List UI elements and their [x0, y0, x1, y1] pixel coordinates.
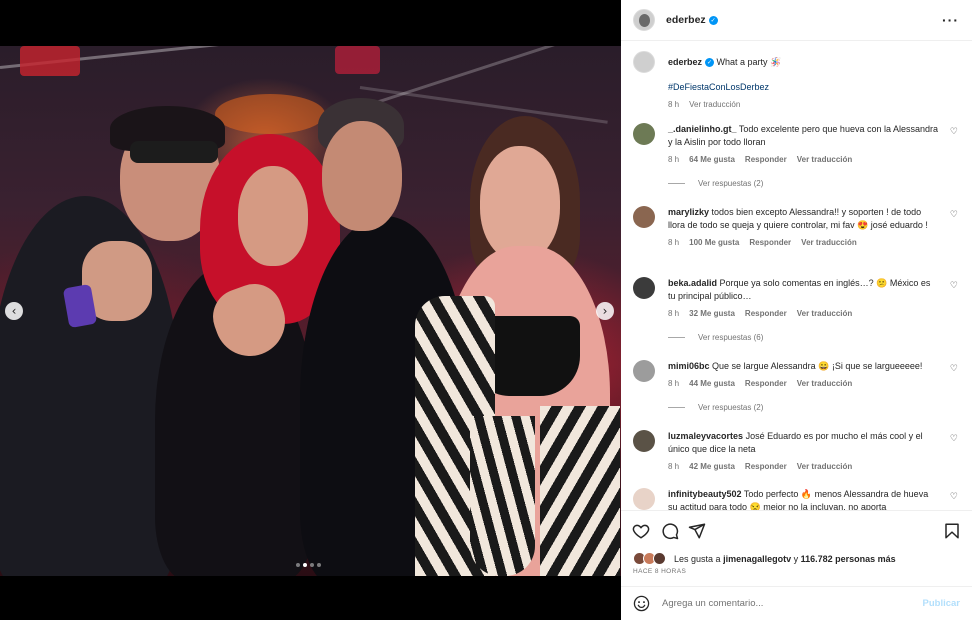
carousel-dot-active: [303, 563, 307, 567]
likes-summary: Les gusta a jimenagallegotv y 116.782 pe…: [633, 552, 896, 565]
avatar[interactable]: [633, 206, 655, 228]
comment-like-heart-icon[interactable]: ♡: [950, 434, 958, 444]
comment-like-heart-icon[interactable]: ♡: [950, 281, 958, 291]
see-translation-link[interactable]: Ver traducción: [689, 98, 740, 111]
comment-likes[interactable]: 42 Me gusta: [689, 460, 735, 473]
reply-button[interactable]: Responder: [745, 153, 787, 166]
floral-decoration: [215, 94, 325, 134]
see-translation-link[interactable]: Ver traducción: [797, 307, 853, 320]
caption-hashtag[interactable]: #DeFiestaConLosDerbez: [668, 81, 938, 94]
person-right-head: [480, 146, 560, 261]
comment-text: Que se largue Alessandra 😀 ¡Si que se la…: [712, 361, 923, 371]
see-translation-link[interactable]: Ver traducción: [797, 153, 853, 166]
caption-time[interactable]: 8 h: [668, 98, 679, 111]
comment-username[interactable]: _.danielinho.gt_: [668, 124, 737, 134]
verified-badge-icon: ✓: [705, 58, 715, 67]
emoji-icon[interactable]: [633, 595, 650, 612]
caption-username[interactable]: ederbez: [668, 57, 702, 67]
see-translation-link[interactable]: Ver traducción: [797, 460, 853, 473]
avatar[interactable]: [633, 360, 655, 382]
avatar[interactable]: [633, 51, 655, 73]
media-area: ‹ ›: [0, 0, 621, 620]
comments-list[interactable]: ederbez ✓ What a party 🪅 #DeFiestaConLosD…: [621, 42, 972, 510]
comment-like-heart-icon[interactable]: ♡: [950, 492, 958, 502]
reply-button[interactable]: Responder: [745, 377, 787, 390]
background-sign: [20, 46, 80, 76]
sunglasses: [130, 141, 218, 163]
action-bar: [621, 510, 972, 551]
comment-icon[interactable]: [661, 522, 679, 540]
comment-time[interactable]: 8 h: [668, 377, 679, 390]
likes-connector: y: [793, 553, 799, 564]
person-redhair-head: [238, 166, 308, 266]
verified-badge-icon: ✓: [708, 15, 718, 25]
comment-like-heart-icon[interactable]: ♡: [950, 210, 958, 220]
author-username[interactable]: ederbez: [666, 14, 706, 26]
carousel-dot: [310, 563, 314, 567]
avatar[interactable]: [633, 430, 655, 452]
comment-time[interactable]: 8 h: [668, 153, 679, 166]
comment-like-heart-icon[interactable]: ♡: [950, 127, 958, 137]
view-replies-button[interactable]: Ver respuestas (6): [668, 333, 763, 342]
publish-button[interactable]: Publicar: [923, 598, 961, 609]
likes-count-link[interactable]: 116.782 personas más: [801, 554, 896, 564]
chevron-right-icon[interactable]: ›: [596, 302, 614, 320]
see-translation-link[interactable]: Ver traducción: [801, 236, 857, 249]
carousel-dot: [296, 563, 300, 567]
person-center-head: [322, 121, 402, 231]
comment-username[interactable]: luzmaleyvacortes: [668, 431, 743, 441]
reply-button[interactable]: Responder: [745, 460, 787, 473]
comment-time[interactable]: 8 h: [668, 236, 679, 249]
avatar[interactable]: [633, 277, 655, 299]
avatar[interactable]: [633, 123, 655, 145]
avatar[interactable]: [633, 488, 655, 510]
bookmark-icon[interactable]: [943, 522, 961, 540]
comment-username[interactable]: beka.adalid: [668, 278, 717, 288]
comment-username[interactable]: infinitybeauty502: [668, 489, 742, 499]
comment-composer: Publicar: [621, 586, 972, 620]
post-timestamp[interactable]: HACE 8 HORAS: [633, 568, 686, 575]
likes-user-link[interactable]: jimenagallegotv: [723, 554, 791, 564]
see-translation-link[interactable]: Ver traducción: [797, 377, 853, 390]
comment-like-heart-icon[interactable]: ♡: [950, 364, 958, 374]
likes-prefix: Les gusta a: [674, 553, 721, 564]
post-header: ederbez ✓ ···: [621, 0, 972, 41]
comment-likes[interactable]: 32 Me gusta: [689, 307, 735, 320]
avatar[interactable]: [653, 552, 666, 565]
comment-time[interactable]: 8 h: [668, 460, 679, 473]
comment-username[interactable]: marylizky: [668, 207, 709, 217]
post-photo[interactable]: [0, 46, 621, 576]
background-sign: [335, 46, 380, 74]
view-replies-button[interactable]: Ver respuestas (2): [668, 179, 763, 188]
comment-likes[interactable]: 64 Me gusta: [689, 153, 735, 166]
liker-avatars: [633, 552, 666, 565]
comment-time[interactable]: 8 h: [668, 307, 679, 320]
share-icon[interactable]: [688, 522, 706, 540]
carousel-dot: [317, 563, 321, 567]
more-horizontal-icon[interactable]: ···: [942, 12, 959, 28]
post-side-panel: ederbez ✓ ··· ederbez ✓ What a party 🪅 #D…: [621, 0, 972, 620]
heart-icon[interactable]: [632, 522, 650, 540]
comment-likes[interactable]: 44 Me gusta: [689, 377, 735, 390]
view-replies-button[interactable]: Ver respuestas (2): [668, 403, 763, 412]
carousel-indicator: [296, 563, 321, 567]
zebra-dress-right: [540, 406, 620, 576]
comment-input[interactable]: [662, 598, 923, 609]
caption-text: What a party 🪅: [716, 57, 782, 67]
avatar[interactable]: [633, 9, 655, 31]
reply-button[interactable]: Responder: [745, 307, 787, 320]
chevron-left-icon[interactable]: ‹: [5, 302, 23, 320]
instagram-post-modal: ‹ › ederbez ✓ ··· ederbez ✓ What a party …: [0, 0, 972, 620]
comment-username[interactable]: mimi06bc: [668, 361, 710, 371]
zebra-dress-center: [470, 416, 535, 576]
reply-button[interactable]: Responder: [749, 236, 791, 249]
comment-likes[interactable]: 100 Me gusta: [689, 236, 739, 249]
